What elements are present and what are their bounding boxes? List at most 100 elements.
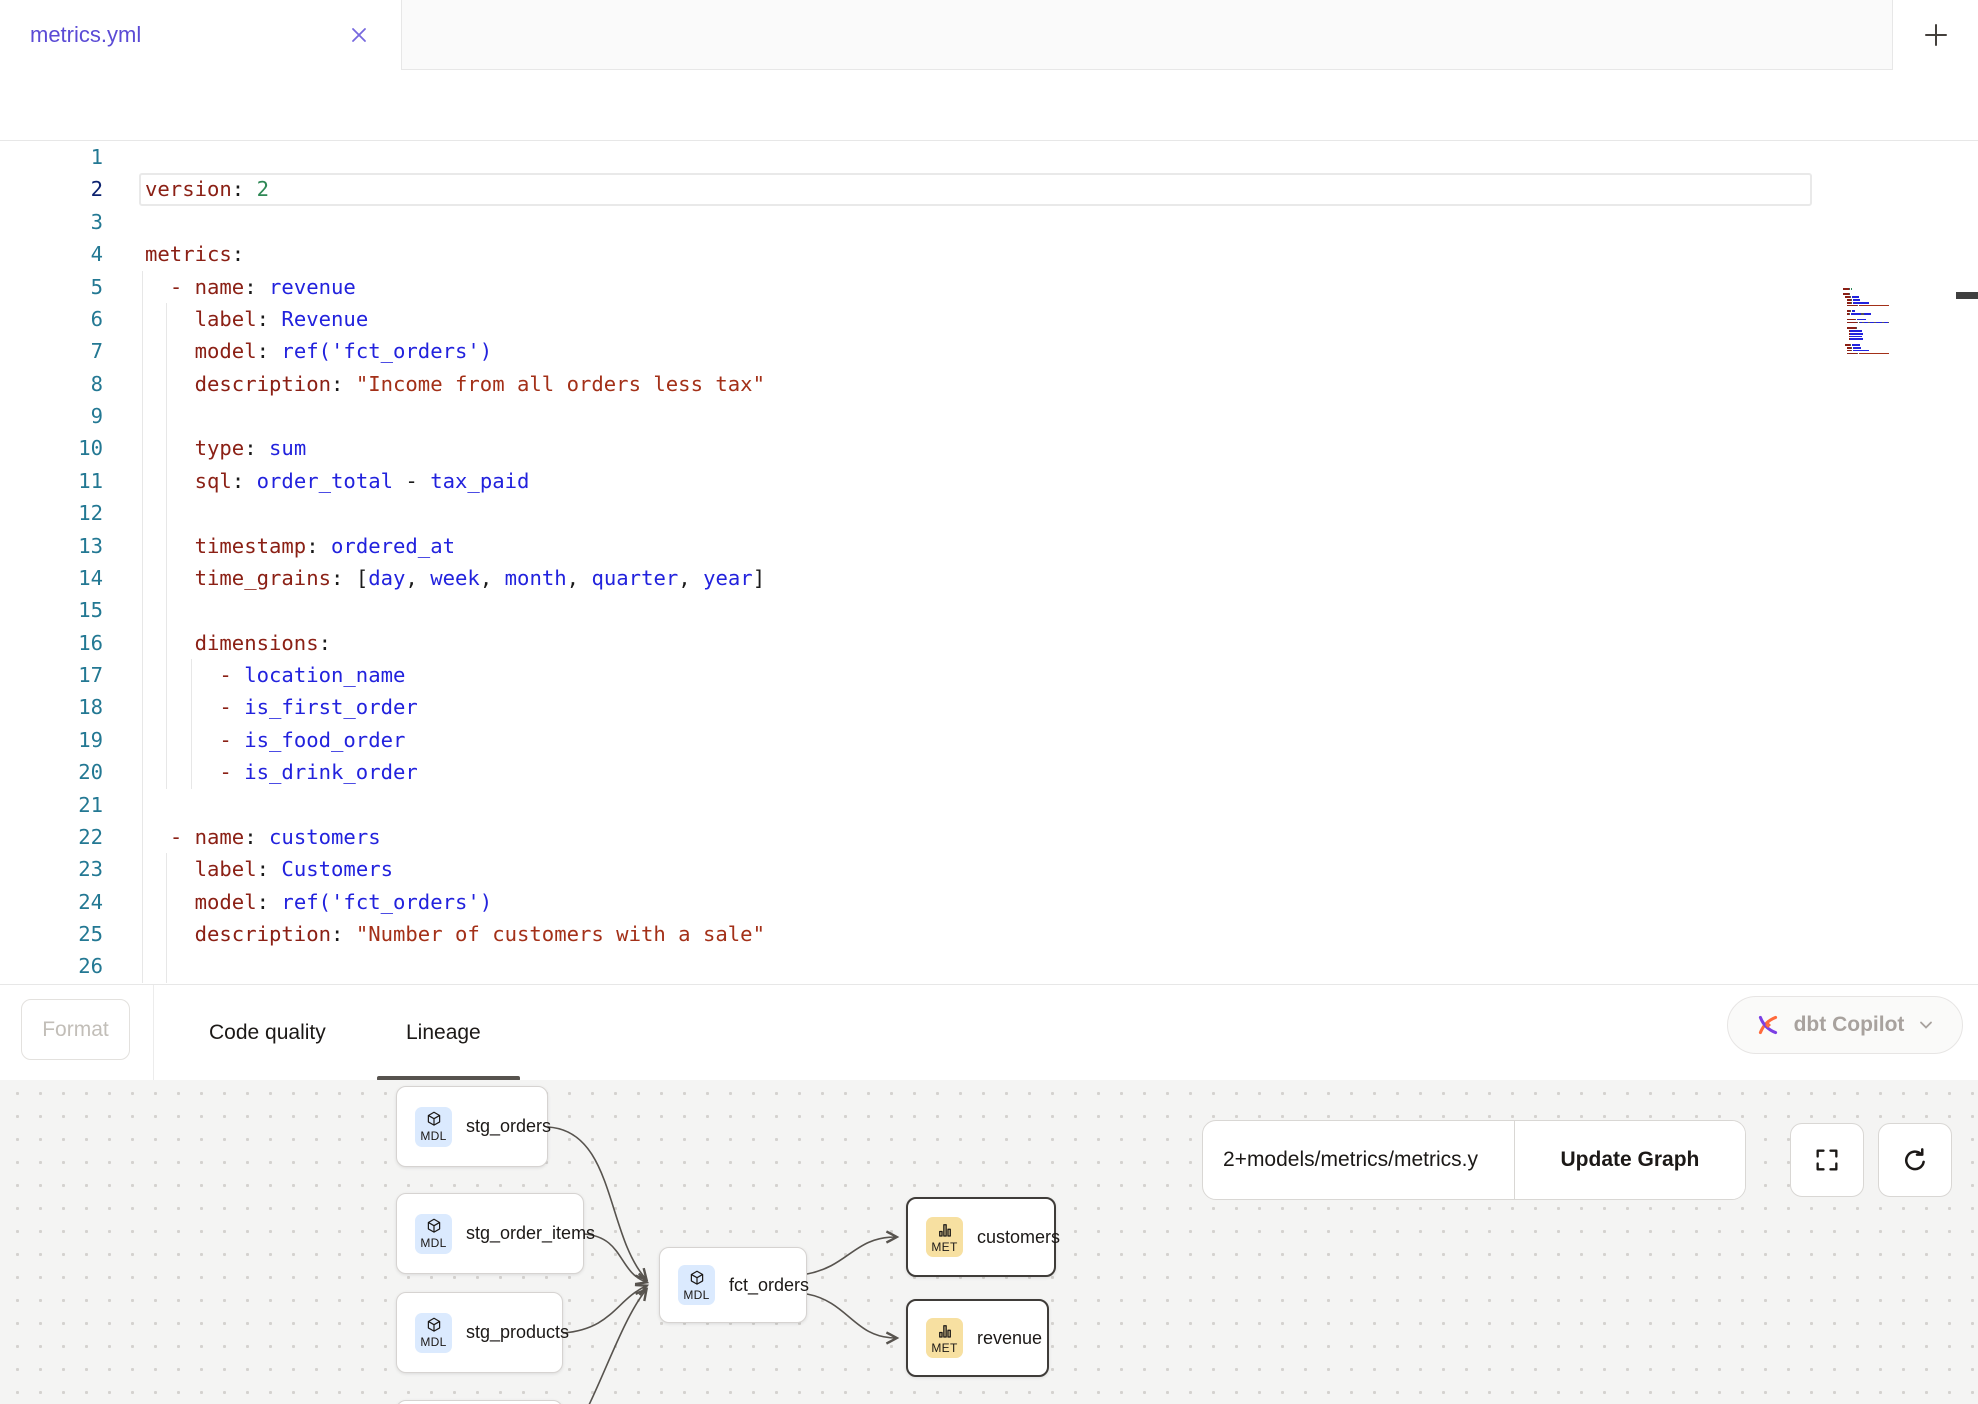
minimap-line: [1843, 296, 1903, 298]
indent-guide: [142, 724, 143, 756]
code-text: dimensions:: [145, 627, 331, 659]
indent-guide: [142, 789, 143, 821]
minimap-line: [1843, 305, 1903, 307]
lineage-node-stg_orders[interactable]: MDLstg_orders: [396, 1086, 548, 1167]
update-graph-button[interactable]: Update Graph: [1514, 1121, 1745, 1199]
fullscreen-button[interactable]: [1790, 1123, 1864, 1197]
code-line-19[interactable]: 19 - is_food_order: [0, 724, 1978, 756]
bar-chart-icon: [936, 1221, 954, 1239]
node-label: stg_order_items: [466, 1223, 595, 1244]
minimap-line: [1843, 319, 1903, 321]
dbt-copilot-button[interactable]: dbt Copilot: [1727, 996, 1963, 1054]
code-line-11[interactable]: 11 sql: order_total - tax_paid: [0, 465, 1978, 497]
indent-guide: [166, 400, 167, 432]
code-line-1[interactable]: 1: [0, 141, 1978, 173]
refresh-icon: [1900, 1145, 1930, 1175]
indent-guide: [142, 465, 143, 497]
model-badge: MDL: [415, 1214, 452, 1254]
indent-guide: [142, 691, 143, 723]
lineage-node-bottom_partial[interactable]: MDL: [396, 1400, 563, 1404]
minimap-line: [1843, 350, 1903, 352]
code-line-15[interactable]: 15: [0, 594, 1978, 626]
code-line-26[interactable]: 26: [0, 950, 1978, 982]
minimap-line: [1843, 288, 1903, 290]
close-icon[interactable]: [347, 23, 371, 47]
code-line-24[interactable]: 24 model: ref('fct_orders'): [0, 886, 1978, 918]
minimap-line: [1843, 327, 1903, 329]
code-line-13[interactable]: 13 timestamp: ordered_at: [0, 530, 1978, 562]
code-line-3[interactable]: 3: [0, 206, 1978, 238]
code-line-5[interactable]: 5 - name: revenue: [0, 271, 1978, 303]
refresh-button[interactable]: [1878, 1123, 1952, 1197]
code-line-6[interactable]: 6 label: Revenue: [0, 303, 1978, 335]
code-line-25[interactable]: 25 description: "Number of customers wit…: [0, 918, 1978, 950]
code-text: - is_food_order: [145, 724, 405, 756]
code-line-18[interactable]: 18 - is_first_order: [0, 691, 1978, 723]
lineage-node-fct_orders[interactable]: MDL fct_orders: [659, 1247, 807, 1323]
tab-metrics-yml[interactable]: metrics.yml: [0, 0, 402, 70]
code-line-8[interactable]: 8 description: "Income from all orders l…: [0, 368, 1978, 400]
lineage-node-stg_order_items[interactable]: MDLstg_order_items: [396, 1193, 584, 1274]
line-number: 11: [0, 465, 103, 497]
code-line-7[interactable]: 7 model: ref('fct_orders'): [0, 335, 1978, 367]
editor-lines: 12version: 234metrics:5 - name: revenue6…: [0, 141, 1978, 983]
indent-guide: [142, 432, 143, 464]
code-text: label: Revenue: [145, 303, 368, 335]
line-number: 20: [0, 756, 103, 788]
code-text: description: "Number of customers with a…: [145, 918, 765, 950]
indent-guide: [142, 530, 143, 562]
line-number: 26: [0, 950, 103, 982]
fullscreen-icon: [1813, 1146, 1841, 1174]
code-line-23[interactable]: 23 label: Customers: [0, 853, 1978, 885]
model-badge: MDL: [415, 1107, 452, 1147]
indent-guide: [142, 659, 143, 691]
model-badge: MDL: [678, 1265, 715, 1305]
code-line-20[interactable]: 20 - is_drink_order: [0, 756, 1978, 788]
tab-lineage[interactable]: Lineage: [406, 985, 481, 1081]
file-header-row: models / metrics / metrics.yml Save: [0, 71, 1978, 141]
code-line-9[interactable]: 9: [0, 400, 1978, 432]
format-button[interactable]: Format: [21, 999, 130, 1060]
line-number: 9: [0, 400, 103, 432]
code-text: label: Customers: [145, 853, 393, 885]
tab-code-quality[interactable]: Code quality: [209, 985, 326, 1081]
code-line-10[interactable]: 10 type: sum: [0, 432, 1978, 464]
code-line-21[interactable]: 21: [0, 789, 1978, 821]
indent-guide: [166, 594, 167, 626]
lineage-canvas[interactable]: MDLstg_ordersMDLstg_order_itemsMDLstg_pr…: [0, 1080, 1978, 1404]
minimap-line: [1843, 291, 1903, 293]
line-number: 22: [0, 821, 103, 853]
line-number: 3: [0, 206, 103, 238]
node-label: revenue: [977, 1328, 1042, 1349]
lineage-node-stg_products[interactable]: MDLstg_products: [396, 1292, 563, 1373]
code-line-22[interactable]: 22 - name: customers: [0, 821, 1978, 853]
code-editor[interactable]: 12version: 234metrics:5 - name: revenue6…: [0, 141, 1978, 984]
lineage-selector-input[interactable]: [1203, 1121, 1514, 1199]
node-label: fct_orders: [729, 1275, 809, 1296]
minimap-line: [1843, 347, 1903, 349]
code-line-4[interactable]: 4metrics:: [0, 238, 1978, 270]
code-line-14[interactable]: 14 time_grains: [day, week, month, quart…: [0, 562, 1978, 594]
line-number: 13: [0, 530, 103, 562]
edge-bottom_partial-to-fct_orders: [574, 1290, 646, 1404]
lineage-node-revenue[interactable]: METrevenue: [906, 1299, 1049, 1377]
code-line-16[interactable]: 16 dimensions:: [0, 627, 1978, 659]
code-text: version: 2: [145, 173, 269, 205]
indent-guide: [142, 756, 143, 788]
code-line-17[interactable]: 17 - location_name: [0, 659, 1978, 691]
line-number: 18: [0, 691, 103, 723]
line-number: 12: [0, 497, 103, 529]
minimap[interactable]: [1843, 285, 1903, 365]
code-line-2[interactable]: 2version: 2: [0, 173, 1978, 205]
code-text: timestamp: ordered_at: [145, 530, 455, 562]
dbt-copilot-label: dbt Copilot: [1794, 1013, 1905, 1037]
lineage-node-customers[interactable]: METcustomers: [906, 1197, 1056, 1277]
minimap-line: [1843, 353, 1903, 355]
tab-bar: metrics.yml: [0, 0, 1978, 70]
minimap-line: [1843, 285, 1903, 287]
minimap-line: [1843, 355, 1903, 357]
new-tab-button[interactable]: [1892, 0, 1978, 70]
code-line-12[interactable]: 12: [0, 497, 1978, 529]
cube-icon: [688, 1269, 706, 1287]
code-text: description: "Income from all orders les…: [145, 368, 765, 400]
